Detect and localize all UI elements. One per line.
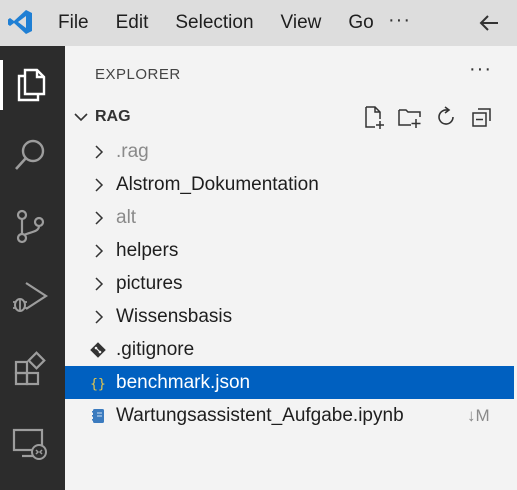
search-icon[interactable]	[8, 133, 52, 177]
title-bar: File Edit Selection View Go ···	[0, 0, 517, 46]
json-file-icon: {}	[90, 377, 106, 392]
tree-item-label: .gitignore	[116, 339, 195, 360]
activity-bar	[0, 46, 65, 490]
chevron-right-icon	[95, 211, 104, 225]
menu-go[interactable]: Go	[348, 0, 373, 46]
active-indicator	[0, 60, 3, 110]
menu-file[interactable]: File	[58, 0, 89, 46]
arrow-left-icon[interactable]	[476, 10, 502, 36]
new-folder-icon[interactable]	[397, 104, 423, 130]
tree-item-file-selected[interactable]: {} benchmark.json	[65, 366, 514, 399]
chevron-down-icon	[74, 113, 88, 122]
menu-selection[interactable]: Selection	[175, 0, 253, 46]
tree-item-folder[interactable]: pictures	[65, 267, 514, 300]
tree-item-folder[interactable]: alt	[65, 201, 514, 234]
tree-item-label: Wissensbasis	[116, 306, 233, 327]
workspace-title: RAG	[95, 108, 131, 125]
explorer-sidebar: EXPLORER ··· RAG .rag Alstrom_Dokumentat…	[65, 46, 517, 490]
chevron-right-icon	[95, 310, 104, 324]
chevron-right-icon	[95, 178, 104, 192]
vscode-logo-icon[interactable]	[6, 8, 34, 36]
tree-item-folder[interactable]: Wissensbasis	[65, 300, 514, 333]
section-actions	[361, 104, 505, 130]
menu-edit[interactable]: Edit	[116, 0, 149, 46]
collapse-all-icon[interactable]	[469, 104, 495, 130]
files-icon[interactable]	[8, 62, 52, 106]
notebook-file-icon	[92, 409, 104, 423]
chevron-right-icon	[95, 145, 104, 159]
extensions-icon[interactable]	[8, 346, 52, 390]
menu-more-button[interactable]: ···	[388, 0, 411, 40]
workspace-section-header[interactable]: RAG	[65, 102, 517, 132]
menu-view[interactable]: View	[281, 0, 322, 46]
tree-item-file[interactable]: .gitignore	[65, 333, 514, 366]
tree-item-label: Alstrom_Dokumentation	[116, 174, 319, 195]
chevron-right-icon	[95, 244, 104, 258]
new-file-icon[interactable]	[361, 104, 387, 130]
git-file-icon	[90, 342, 106, 358]
source-control-icon[interactable]	[8, 204, 52, 248]
file-tree: .rag Alstrom_Dokumentation alt helpers p…	[65, 135, 514, 432]
chevron-right-icon	[95, 277, 104, 291]
tree-item-label: helpers	[116, 240, 179, 261]
tree-item-label: pictures	[116, 273, 183, 294]
tree-item-folder[interactable]: Alstrom_Dokumentation	[65, 168, 514, 201]
tree-item-file[interactable]: Wartungsassistent_Aufgabe.ipynb ↓M	[65, 399, 514, 432]
tree-item-label: alt	[116, 207, 137, 228]
remote-explorer-icon[interactable]	[8, 422, 52, 466]
menu-bar: File Edit Selection View Go	[58, 0, 401, 46]
tree-item-label: .rag	[116, 141, 149, 162]
tree-item-label: benchmark.json	[116, 372, 251, 393]
tree-item-label: Wartungsassistent_Aufgabe.ipynb	[116, 405, 404, 426]
explorer-title: EXPLORER	[95, 66, 181, 83]
explorer-more-button[interactable]: ···	[469, 58, 492, 81]
git-status-badge: ↓M	[467, 406, 490, 425]
tree-item-folder[interactable]: helpers	[65, 234, 514, 267]
run-debug-icon[interactable]	[8, 275, 52, 319]
refresh-icon[interactable]	[433, 104, 459, 130]
svg-text:{}: {}	[90, 377, 106, 392]
tree-item-folder[interactable]: .rag	[65, 135, 514, 168]
